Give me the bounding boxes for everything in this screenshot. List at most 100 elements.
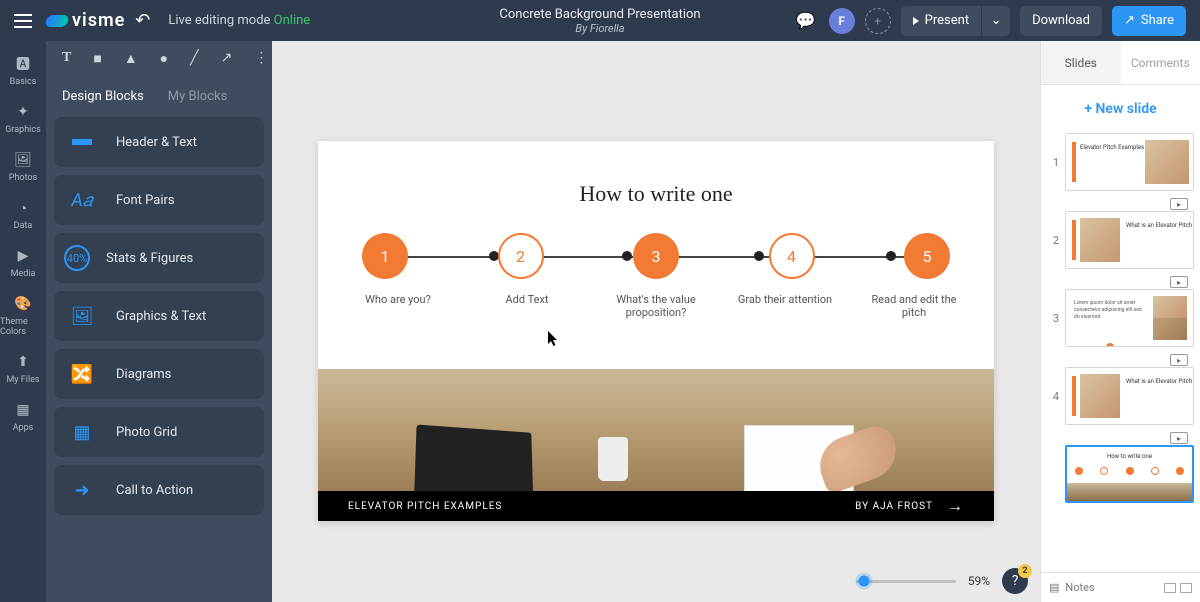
slide-footer: ELEVATOR PITCH EXAMPLES BY AJA FROST → (318, 491, 994, 521)
panel-tabs: Design Blocks My Blocks (46, 75, 272, 117)
category-photo-grid[interactable]: ▦ Photo Grid (54, 407, 264, 457)
media-icon: ▶ (14, 247, 32, 265)
slide[interactable]: How to write one 1 2 3 4 5 Who are you? … (318, 141, 994, 521)
thumbnail-1[interactable]: Elevator Pitch Examples (1065, 133, 1194, 191)
text-tool[interactable]: T (62, 50, 71, 66)
new-slide-button[interactable]: + New slide (1041, 85, 1200, 133)
zoom-label: 59% (968, 574, 990, 588)
tab-design-blocks[interactable]: Design Blocks (62, 89, 144, 104)
topbar-actions: 💬 F + Present ⌄ Download ↗ Share (793, 6, 1200, 36)
rail-graphics[interactable]: ✦ Graphics (0, 95, 46, 143)
files-icon: ⬆ (14, 353, 32, 371)
slide-title[interactable]: How to write one (318, 181, 994, 207)
brand-label: visme (72, 10, 125, 31)
category-list: Header & Text A𝑎 Font Pairs 40% Stats & … (46, 117, 272, 523)
editing-mode-label: Live editing mode Online (168, 13, 310, 28)
menu-hamburger[interactable] (0, 0, 46, 41)
rail-theme-colors[interactable]: 🎨 Theme Colors (0, 287, 46, 345)
category-graphics-text[interactable]: 🖼 Graphics & Text (54, 291, 264, 341)
right-panel: Slides Comments + New slide 1 Elevator P… (1040, 41, 1200, 602)
connector-dot (886, 251, 896, 261)
arrow-tool[interactable]: ↗ (221, 50, 233, 66)
step-1[interactable]: 1 (362, 233, 408, 279)
side-panel: T ■ ▲ ● ╱ ↗ ⋮ Design Blocks My Blocks He… (46, 41, 272, 602)
step-4[interactable]: 4 (769, 233, 815, 279)
line-tool[interactable]: ╱ (190, 50, 198, 66)
rail-basics[interactable]: 🅰 Basics (0, 47, 46, 95)
rail-apps[interactable]: ▦ Apps (0, 393, 46, 441)
step-label[interactable]: Read and edit the pitch (862, 293, 966, 319)
category-call-to-action[interactable]: ➜ Call to Action (54, 465, 264, 515)
zoom-thumb[interactable] (858, 576, 869, 587)
download-button[interactable]: Download (1020, 6, 1102, 36)
zoom-slider[interactable] (856, 580, 956, 583)
step-label[interactable]: Grab their attention (733, 293, 837, 319)
thumb-number: 3 (1047, 312, 1059, 325)
topbar: visme ↶ Live editing mode Online Concret… (0, 0, 1200, 41)
data-icon: ◔ (14, 199, 32, 217)
transition-icon[interactable]: ▸ (1170, 354, 1188, 366)
rail-data[interactable]: ◔ Data (0, 191, 46, 239)
view-mode-icons[interactable] (1164, 583, 1192, 593)
share-icon: ↗ (1124, 13, 1135, 28)
thumb-number: 4 (1047, 390, 1059, 403)
slide-thumbnails[interactable]: 1 Elevator Pitch Examples ▸ 2 What is an… (1041, 133, 1200, 572)
transition-icon[interactable]: ▸ (1170, 276, 1188, 288)
brand-logo[interactable]: visme (46, 10, 125, 31)
basics-icon: 🅰 (14, 55, 32, 73)
thumbnail-5[interactable]: How to write one (1065, 445, 1194, 503)
step-label[interactable]: Who are you? (346, 293, 450, 319)
slide-image[interactable]: ELEVATOR PITCH EXAMPLES BY AJA FROST → (318, 369, 994, 521)
step-2[interactable]: 2 (498, 233, 544, 279)
notes-label[interactable]: Notes (1065, 581, 1094, 594)
document-byline: By Fiorella (499, 22, 700, 35)
canvas-area[interactable]: How to write one 1 2 3 4 5 Who are you? … (272, 41, 1040, 602)
footer-right: BY AJA FROST (855, 501, 933, 512)
category-stats-figures[interactable]: 40% Stats & Figures (54, 233, 264, 283)
comment-icon[interactable]: 💬 (793, 8, 819, 34)
step-label[interactable]: Add Text (475, 293, 579, 319)
transition-icon[interactable]: ▸ (1170, 198, 1188, 210)
step-5[interactable]: 5 (904, 233, 950, 279)
triangle-tool[interactable]: ▲ (124, 50, 138, 67)
notes-icon[interactable]: ▤ (1049, 581, 1059, 594)
thumbnail-3[interactable]: Lorem ipsum dolor sit amet consectetur a… (1065, 289, 1194, 347)
header-text-icon (64, 127, 100, 157)
thumbnail-4[interactable]: What is an Elevator Pitch (1065, 367, 1194, 425)
thumb-number: 2 (1047, 234, 1059, 247)
tab-slides[interactable]: Slides (1041, 41, 1121, 84)
rail-photos[interactable]: 🖼 Photos (0, 143, 46, 191)
step-3[interactable]: 3 (633, 233, 679, 279)
circle-tool[interactable]: ● (160, 50, 168, 67)
transition-icon[interactable]: ▸ (1170, 432, 1188, 444)
help-button[interactable]: ? 2 (1002, 568, 1028, 594)
square-tool[interactable]: ■ (93, 50, 101, 67)
font-pairs-icon: A𝑎 (64, 185, 100, 215)
photo-grid-icon: ▦ (64, 417, 100, 447)
tab-my-blocks[interactable]: My Blocks (168, 89, 228, 104)
apps-icon: ▦ (14, 401, 32, 419)
avatar[interactable]: F (829, 8, 855, 34)
workspace: 🅰 Basics ✦ Graphics 🖼 Photos ◔ Data ▶ Me… (0, 41, 1200, 602)
step-label[interactable]: What's the value proposition? (604, 293, 708, 319)
category-header-text[interactable]: Header & Text (54, 117, 264, 167)
rail-media[interactable]: ▶ Media (0, 239, 46, 287)
rail-my-files[interactable]: ⬆ My Files (0, 345, 46, 393)
tab-comments[interactable]: Comments (1121, 41, 1200, 84)
category-diagrams[interactable]: 🔀 Diagrams (54, 349, 264, 399)
more-shapes-icon[interactable]: ⋮ (254, 50, 268, 66)
add-collaborator-icon[interactable]: + (865, 8, 891, 34)
graphics-icon: ✦ (14, 103, 32, 121)
play-icon (913, 17, 919, 25)
help-badge: 2 (1018, 564, 1032, 578)
document-title-block[interactable]: Concrete Background Presentation By Fior… (499, 7, 700, 35)
thumbnail-2[interactable]: What is an Elevator Pitch (1065, 211, 1194, 269)
connector-dot (754, 251, 764, 261)
undo-icon[interactable]: ↶ (135, 10, 150, 31)
share-button[interactable]: ↗ Share (1112, 6, 1186, 36)
category-font-pairs[interactable]: A𝑎 Font Pairs (54, 175, 264, 225)
shape-toolbar: T ■ ▲ ● ╱ ↗ ⋮ (46, 41, 272, 75)
chevron-down-icon: ⌄ (991, 13, 1002, 28)
present-button[interactable]: Present (901, 6, 981, 36)
present-dropdown[interactable]: ⌄ (982, 6, 1010, 36)
